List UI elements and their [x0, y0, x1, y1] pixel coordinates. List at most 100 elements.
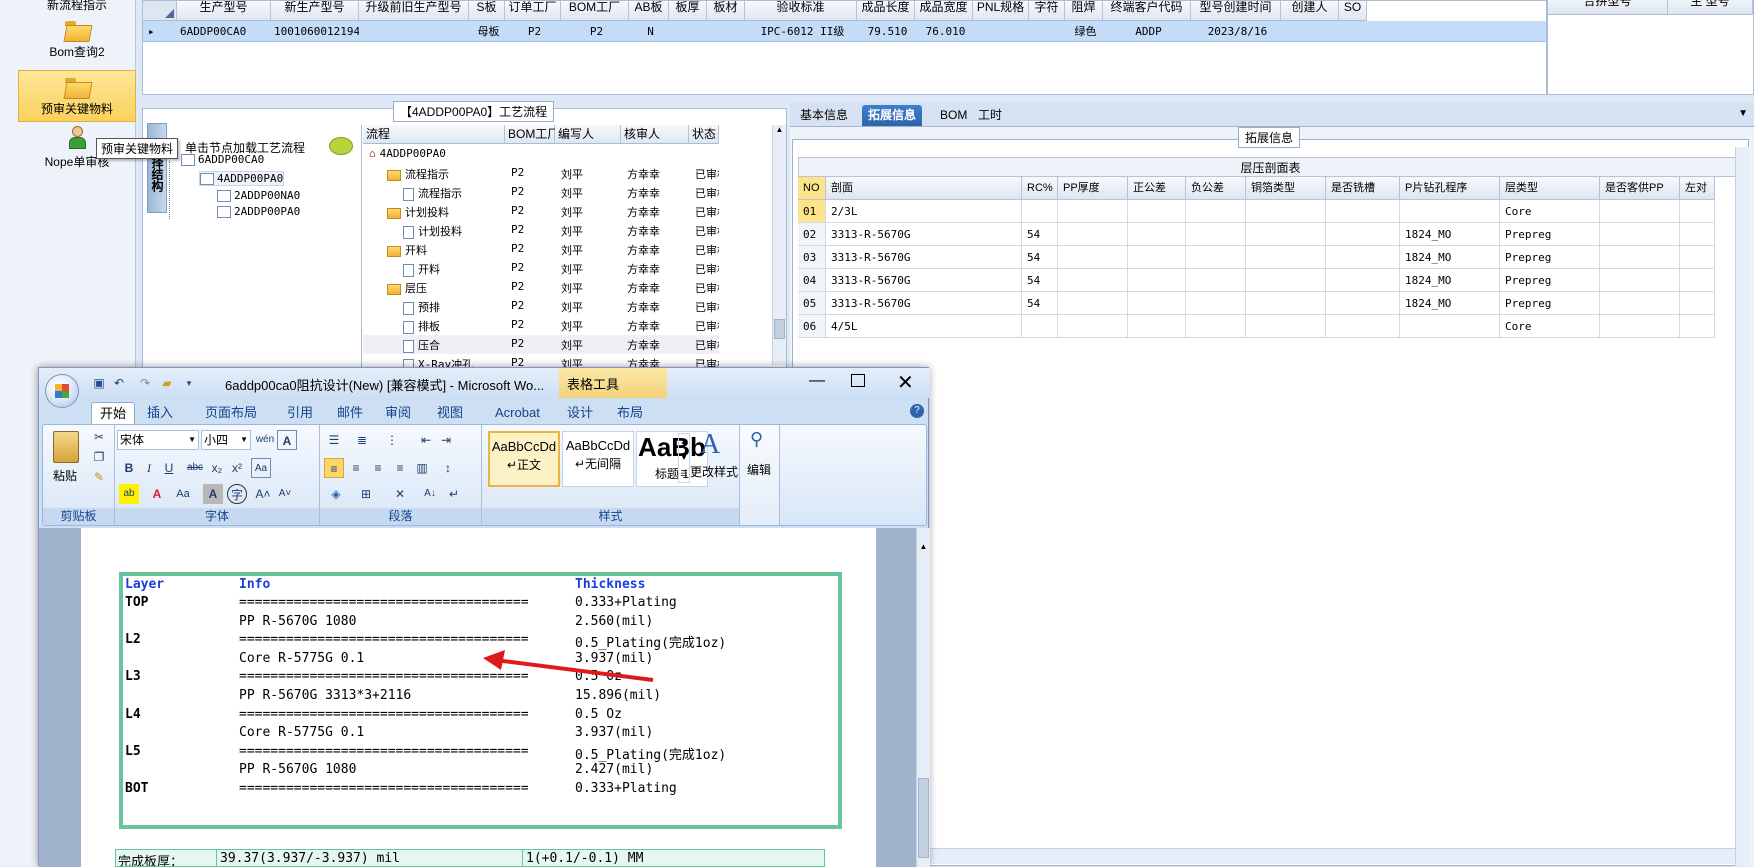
doc-cell[interactable]: L4	[125, 707, 141, 722]
table-cell[interactable]	[1246, 315, 1326, 338]
table-cell[interactable]	[1186, 315, 1246, 338]
ribbon-tab-0[interactable]: 开始	[91, 402, 136, 424]
tree-node[interactable]: 2ADDP00PA0	[217, 205, 300, 218]
shrink-font-icon[interactable]: A˅	[275, 484, 295, 504]
doc-cell[interactable]: 0.5_Plating(完成1oz)	[575, 744, 726, 763]
column-header[interactable]: 验收标准	[745, 1, 857, 21]
table-cell[interactable]	[1246, 269, 1326, 292]
column-header[interactable]: 层类型	[1500, 177, 1600, 200]
column-header[interactable]: 板厚	[669, 1, 707, 21]
style-0[interactable]: AaBbCcDd ↵正文	[488, 431, 560, 487]
table-cell[interactable]	[1058, 315, 1128, 338]
save-icon[interactable]: ▣	[89, 373, 109, 393]
flow-root[interactable]: ⌂ 4ADDP00PA0	[369, 147, 446, 160]
close-button[interactable]: ✕	[897, 370, 914, 395]
ribbon-tab-3[interactable]: 引用	[279, 402, 321, 424]
table-cell[interactable]	[1326, 200, 1400, 223]
vertical-scrollbar[interactable]	[1735, 147, 1749, 866]
paste-button[interactable]: 粘贴	[53, 467, 77, 484]
char-border-icon[interactable]: A	[277, 430, 297, 450]
table-cell[interactable]	[1128, 292, 1186, 315]
table-cell[interactable]	[1680, 223, 1715, 246]
column-header[interactable]: PNL规格	[973, 1, 1029, 21]
ribbon-tab-2[interactable]: 页面布局	[197, 402, 265, 424]
undo-icon[interactable]: ↶	[109, 373, 129, 393]
subscript-icon[interactable]: x₂	[207, 458, 227, 478]
table-cell[interactable]	[1058, 292, 1128, 315]
column-header[interactable]: 剖面	[826, 177, 1022, 200]
table-cell[interactable]: 4/5L	[826, 315, 1022, 338]
table-cell[interactable]	[1022, 315, 1058, 338]
table-cell[interactable]: Prepreg	[1500, 292, 1600, 315]
superscript-icon[interactable]: x²	[227, 458, 247, 478]
table-cell[interactable]	[1326, 292, 1400, 315]
customize-icon[interactable]: ▾	[179, 373, 199, 393]
font-size-select[interactable]: 小四 ▼	[201, 430, 251, 450]
change-styles-icon[interactable]: A	[700, 429, 720, 461]
flow-scrollbar[interactable]: ▲	[772, 125, 786, 365]
table-cell[interactable]	[1128, 223, 1186, 246]
table-cell[interactable]	[1326, 315, 1400, 338]
table-cell[interactable]	[1600, 269, 1680, 292]
doc-cell[interactable]: 0.5_Plating(完成1oz)	[575, 632, 726, 651]
tab-1[interactable]: 拓展信息	[862, 105, 923, 126]
change-case-icon[interactable]: Aa	[173, 484, 193, 504]
doc-cell[interactable]: =====================================	[239, 781, 529, 796]
table-cell[interactable]	[1186, 269, 1246, 292]
column-header[interactable]: 成品宽度	[915, 1, 973, 21]
column-header[interactable]: RC%	[1022, 177, 1058, 200]
column-header[interactable]: 型号创建时间	[1191, 1, 1281, 21]
select-structure-tab[interactable]: 选择结构	[147, 123, 167, 213]
align-left-icon[interactable]: ≡	[324, 458, 344, 478]
document-page[interactable]: Layer Info Thickness TOP ===================…	[81, 528, 876, 867]
copy-icon[interactable]: ❐	[89, 447, 109, 467]
redo-icon[interactable]: ↷	[135, 373, 155, 393]
table-cell[interactable]: 54	[1022, 223, 1058, 246]
table-cell[interactable]: 54	[1022, 246, 1058, 269]
doc-cell[interactable]: L5	[125, 744, 141, 759]
table-cell[interactable]: Core	[1500, 200, 1600, 223]
table-cell[interactable]	[1600, 292, 1680, 315]
align-center-icon[interactable]: ≡	[346, 458, 366, 478]
table-cell[interactable]: 1824_MO	[1400, 223, 1500, 246]
styles-scroll[interactable]: ▲ ▼ ☰	[678, 433, 690, 483]
table-cell[interactable]	[1680, 246, 1715, 269]
table-cell[interactable]	[1186, 200, 1246, 223]
tree-node[interactable]: 2ADDP00NA0	[217, 189, 300, 202]
column-header[interactable]: 合拼型号	[1548, 0, 1668, 15]
grow-font-icon[interactable]: A˄	[253, 484, 273, 504]
clear-format-icon[interactable]: Aa	[251, 458, 271, 478]
column-header[interactable]: 负公差	[1186, 177, 1246, 200]
ribbon-tab-6[interactable]: 视图	[429, 402, 471, 424]
column-header[interactable]: 铜箔类型	[1246, 177, 1326, 200]
distribute-icon[interactable]: ▥	[412, 458, 432, 478]
multilevel-list-icon[interactable]: ⋮	[382, 430, 402, 450]
strikethrough-icon[interactable]: abc	[185, 458, 205, 478]
ribbon-tab-9[interactable]: 布局	[609, 402, 651, 424]
table-cell[interactable]	[1680, 292, 1715, 315]
doc-cell[interactable]: 2.560(mil)	[575, 614, 653, 629]
ribbon-tab-5[interactable]: 审阅	[377, 402, 419, 424]
font-name-select[interactable]: 宋体 ▼	[117, 430, 199, 450]
open-icon[interactable]: ▰	[157, 373, 177, 393]
bullets-icon[interactable]: ☰	[324, 430, 344, 450]
column-header[interactable]: 创建人	[1281, 1, 1339, 21]
table-cell[interactable]	[1600, 315, 1680, 338]
help-icon[interactable]: ?	[910, 404, 924, 418]
nav-item-bom-query[interactable]: Bom查询2	[18, 18, 136, 60]
doc-cell[interactable]: =====================================	[239, 744, 529, 759]
column-header[interactable]: 主 型号	[1668, 0, 1753, 15]
line-spacing-icon[interactable]: ↕	[438, 458, 458, 478]
column-header[interactable]: 字符	[1029, 1, 1065, 21]
doc-cell[interactable]: 2.427(mil)	[575, 762, 653, 777]
doc-cell[interactable]: TOP	[125, 595, 148, 610]
column-header[interactable]: 流程	[363, 125, 505, 144]
table-cell[interactable]	[1600, 223, 1680, 246]
doc-cell[interactable]: 0.333+Plating	[575, 781, 677, 796]
table-cell[interactable]: 3313-R-5670G	[826, 292, 1022, 315]
chinese-layout-icon[interactable]: ✕	[390, 484, 410, 504]
column-header[interactable]: P片钻孔程序	[1400, 177, 1500, 200]
table-cell[interactable]	[1246, 292, 1326, 315]
table-cell[interactable]	[1186, 223, 1246, 246]
decrease-indent-icon[interactable]: ⇤	[416, 430, 436, 450]
